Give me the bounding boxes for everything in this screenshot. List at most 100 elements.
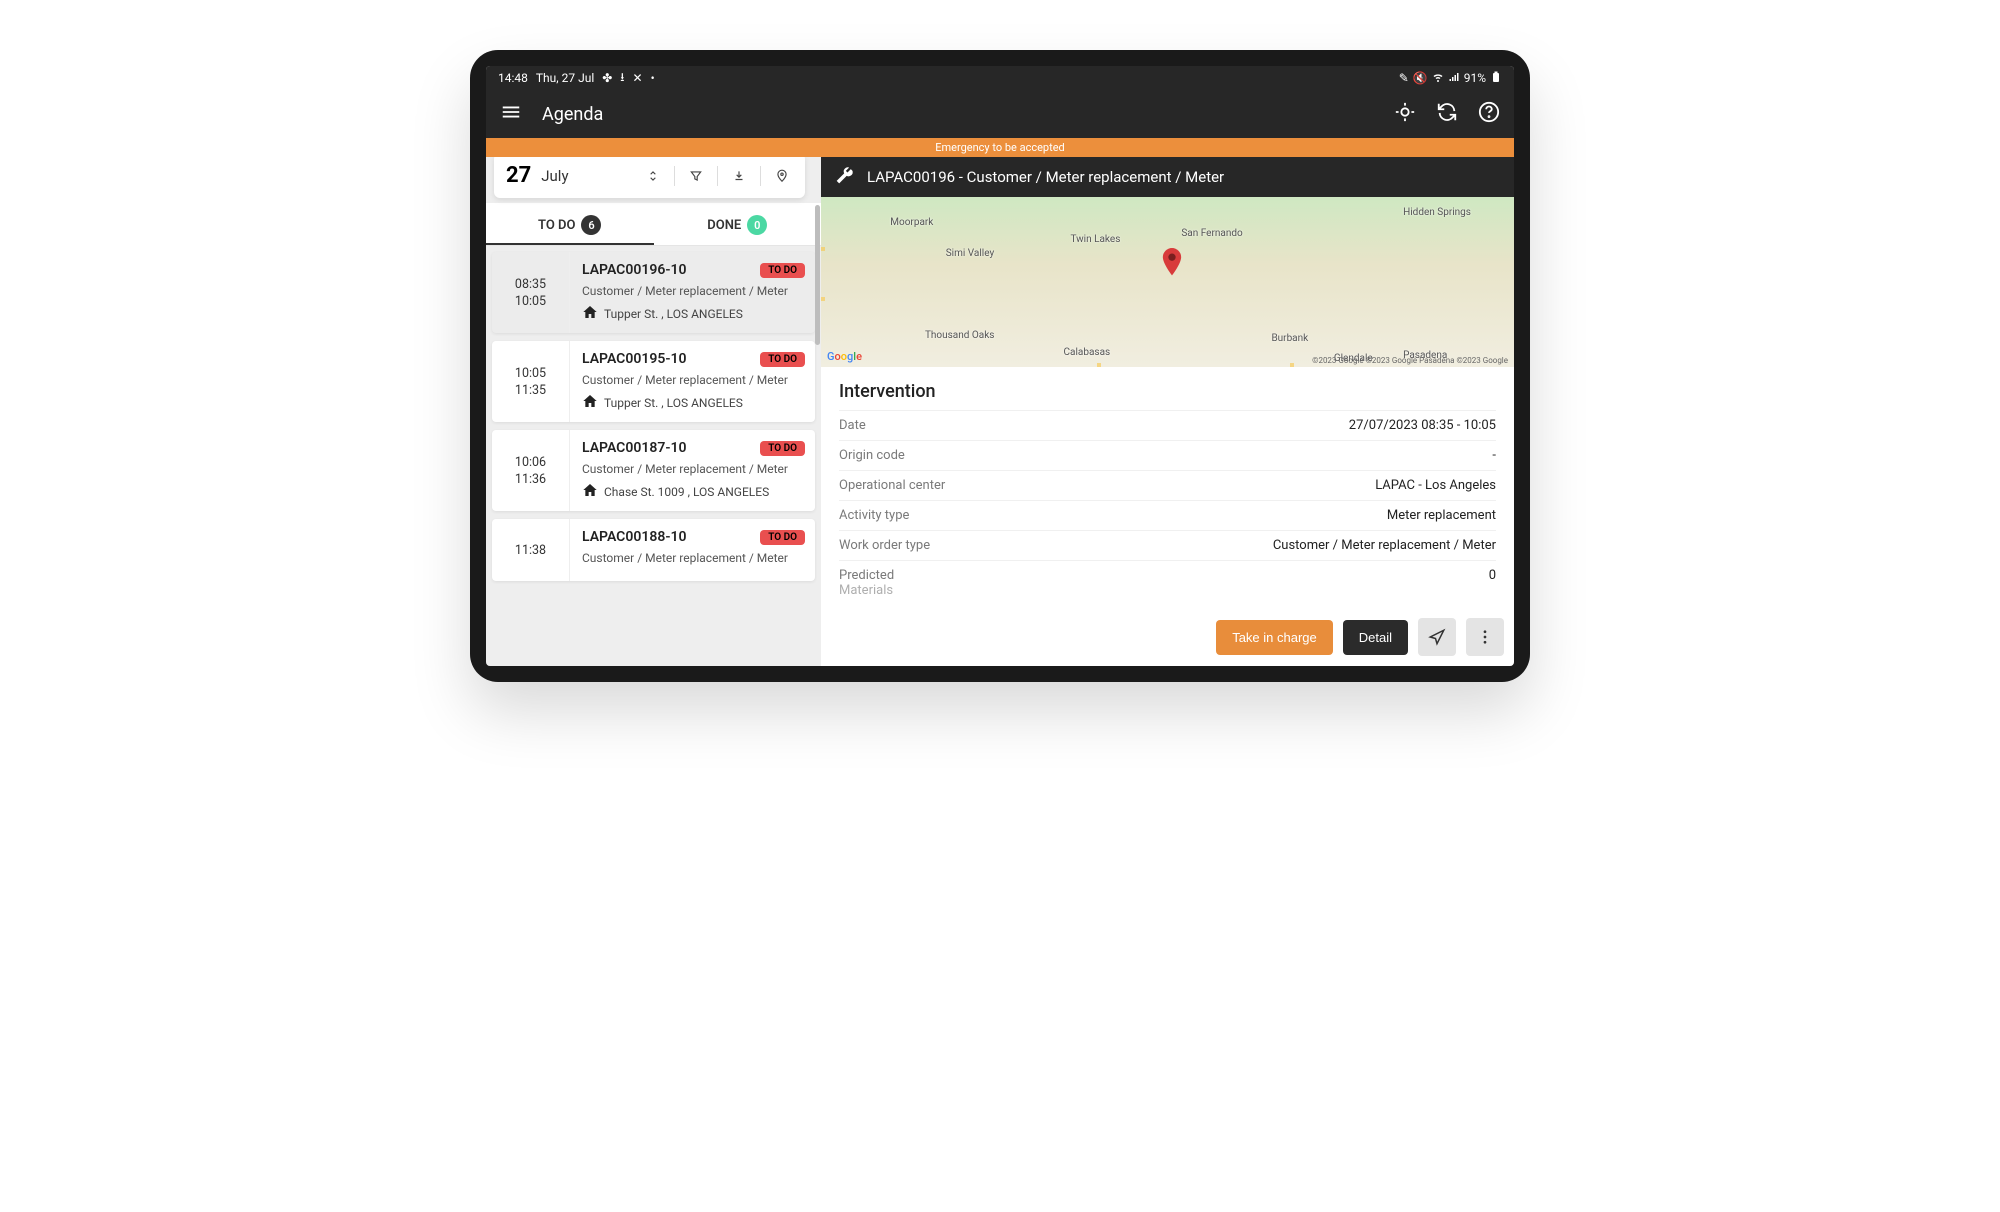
date-picker-card: 27 July xyxy=(494,157,805,198)
tab-done-label: DONE xyxy=(707,218,741,233)
row-wo-val: Customer / Meter replacement / Meter xyxy=(1273,538,1496,553)
app-bar: Agenda xyxy=(486,90,1514,138)
hamburger-icon[interactable] xyxy=(500,101,522,127)
detail-button[interactable]: Detail xyxy=(1343,620,1408,655)
agenda-card[interactable]: 08:35 10:05 LAPAC00196-10 TO DO Customer / M… xyxy=(492,252,815,333)
card-desc: Customer / Meter replacement / Meter xyxy=(582,373,805,387)
date-updown-icon[interactable] xyxy=(642,169,664,183)
card-desc: Customer / Meter replacement / Meter xyxy=(582,462,805,476)
tools-icon: ✕ xyxy=(633,71,643,85)
card-status-badge: TO DO xyxy=(760,530,805,545)
filter-icon[interactable] xyxy=(685,169,707,183)
map-label-simi: Simi Valley xyxy=(946,248,994,259)
map-google-badge: Google xyxy=(827,350,862,363)
card-end: 11:36 xyxy=(515,472,546,487)
battery-icon xyxy=(1490,71,1502,86)
card-address: Tupper St. , LOS ANGELES xyxy=(582,304,805,323)
map-copyright: ©2023 Google ©2023 Google Pasadena ©2023… xyxy=(1312,356,1508,365)
row-act-label: Activity type xyxy=(839,508,909,523)
mute-icon: 🔇 xyxy=(1413,71,1428,85)
house-icon xyxy=(582,482,598,501)
agenda-card[interactable]: 10:0511:35 LAPAC00195-10 TO DO Customer / M… xyxy=(492,341,815,422)
card-body: LAPAC00196-10 TO DO Customer / Meter repla… xyxy=(570,252,815,333)
row-pred-label: Predicted Materials xyxy=(839,568,894,598)
map-label-thousand: Thousand Oaks xyxy=(925,330,994,341)
card-status-badge: TO DO xyxy=(760,263,805,278)
row-act-val: Meter replacement xyxy=(1387,508,1496,523)
map-label-sanf: San Fernando xyxy=(1181,228,1242,239)
tab-todo[interactable]: TO DO 6 xyxy=(486,203,654,245)
tab-done[interactable]: DONE 0 xyxy=(654,203,822,245)
download-arrow-icon[interactable] xyxy=(728,169,750,183)
take-in-charge-button[interactable]: Take in charge xyxy=(1216,620,1333,655)
pin-outline-icon[interactable] xyxy=(771,169,793,183)
row-date-label: Date xyxy=(839,418,866,433)
card-time: 10:0511:35 xyxy=(492,341,570,422)
row-oc-val: LAPAC - Los Angeles xyxy=(1375,478,1496,493)
battery-text: 91% xyxy=(1464,71,1486,85)
wifi-icon xyxy=(1432,71,1444,86)
signal-icon xyxy=(1448,71,1460,86)
card-start: 11:38 xyxy=(515,543,546,558)
map-view[interactable]: Moorpark Simi Valley Twin Lakes San Fern… xyxy=(821,197,1514,367)
app-screen: 14:48 Thu, 27 Jul ✤ ⭳ ✕ • ✎ 🔇 91% Ag xyxy=(486,66,1514,666)
dot-icon: • xyxy=(651,71,655,85)
row-origin-label: Origin code xyxy=(839,448,905,463)
navigate-button[interactable] xyxy=(1418,618,1456,656)
card-end: 10:05 xyxy=(515,294,546,309)
detail-pane: LAPAC00196 - Customer / Meter replacemen… xyxy=(821,157,1514,666)
card-id: LAPAC00188-10 xyxy=(582,529,686,545)
action-bar: Take in charge Detail xyxy=(1216,618,1504,656)
row-origin-val: - xyxy=(1492,448,1496,463)
card-time: 10:06 11:36 xyxy=(492,430,570,511)
card-status-badge: TO DO xyxy=(760,352,805,367)
tab-todo-count: 6 xyxy=(581,215,601,235)
card-start: 08:35 xyxy=(515,277,546,292)
fan-icon: ✤ xyxy=(602,71,612,85)
row-wo-label: Work order type xyxy=(839,538,930,553)
card-address: Tupper St. , LOS ANGELES xyxy=(582,393,805,412)
download-icon: ⭳ xyxy=(620,68,624,89)
detail-header: LAPAC00196 - Customer / Meter replacemen… xyxy=(821,157,1514,197)
agenda-tabs: TO DO 6 DONE 0 xyxy=(486,203,821,246)
house-icon xyxy=(582,304,598,323)
intervention-title: Intervention xyxy=(839,381,1496,402)
house-icon xyxy=(582,393,598,412)
row-oc-label: Operational center xyxy=(839,478,945,493)
card-id: LAPAC00195-10 xyxy=(582,351,686,367)
agenda-card[interactable]: 11:38 LAPAC00188-10 TO DO Customer / Meter … xyxy=(492,519,815,581)
card-time: 11:38 xyxy=(492,519,570,581)
agenda-list[interactable]: 08:35 10:05 LAPAC00196-10 TO DO Customer / M… xyxy=(486,246,821,666)
pen-icon: ✎ xyxy=(1399,71,1409,85)
intervention-panel: Intervention Date27/07/2023 08:35 - 10:0… xyxy=(821,367,1514,666)
wrench-icon xyxy=(835,165,855,189)
emergency-banner[interactable]: Emergency to be accepted xyxy=(486,138,1514,157)
detail-header-title: LAPAC00196 - Customer / Meter replacemen… xyxy=(867,168,1224,186)
map-label-twin: Twin Lakes xyxy=(1070,234,1120,245)
scrollbar-thumb[interactable] xyxy=(815,205,820,345)
refresh-icon[interactable] xyxy=(1436,101,1458,127)
agenda-left-pane: 27 July xyxy=(486,157,821,666)
tab-todo-label: TO DO xyxy=(538,218,575,233)
row-pred-val: 0 xyxy=(1489,568,1496,598)
more-button[interactable] xyxy=(1466,618,1504,656)
help-icon[interactable] xyxy=(1478,101,1500,127)
card-end: 11:35 xyxy=(515,383,546,398)
card-desc: Customer / Meter replacement / Meter xyxy=(582,551,805,565)
status-date: Thu, 27 Jul xyxy=(536,71,594,85)
date-day: 27 xyxy=(506,163,531,188)
tablet-frame: 14:48 Thu, 27 Jul ✤ ⭳ ✕ • ✎ 🔇 91% Ag xyxy=(470,50,1530,682)
locate-icon[interactable] xyxy=(1394,101,1416,127)
map-pin-icon xyxy=(1161,248,1183,278)
agenda-card[interactable]: 10:0611:36LAPAC00187-10TO DOCustomer / M… xyxy=(492,430,815,511)
app-title: Agenda xyxy=(542,104,1374,125)
card-id: LAPAC00196-10 xyxy=(582,262,686,278)
map-label-burbank: Burbank xyxy=(1271,333,1308,344)
card-desc: Customer / Meter replacement / Meter xyxy=(582,284,805,298)
tab-done-count: 0 xyxy=(747,215,767,235)
card-address: Chase St. 1009 , LOS ANGELES xyxy=(582,482,805,501)
card-status-badge: TO DO xyxy=(760,441,805,456)
card-start: 10:06 xyxy=(515,455,546,470)
date-month: July xyxy=(541,167,568,185)
status-bar: 14:48 Thu, 27 Jul ✤ ⭳ ✕ • ✎ 🔇 91% xyxy=(486,66,1514,90)
